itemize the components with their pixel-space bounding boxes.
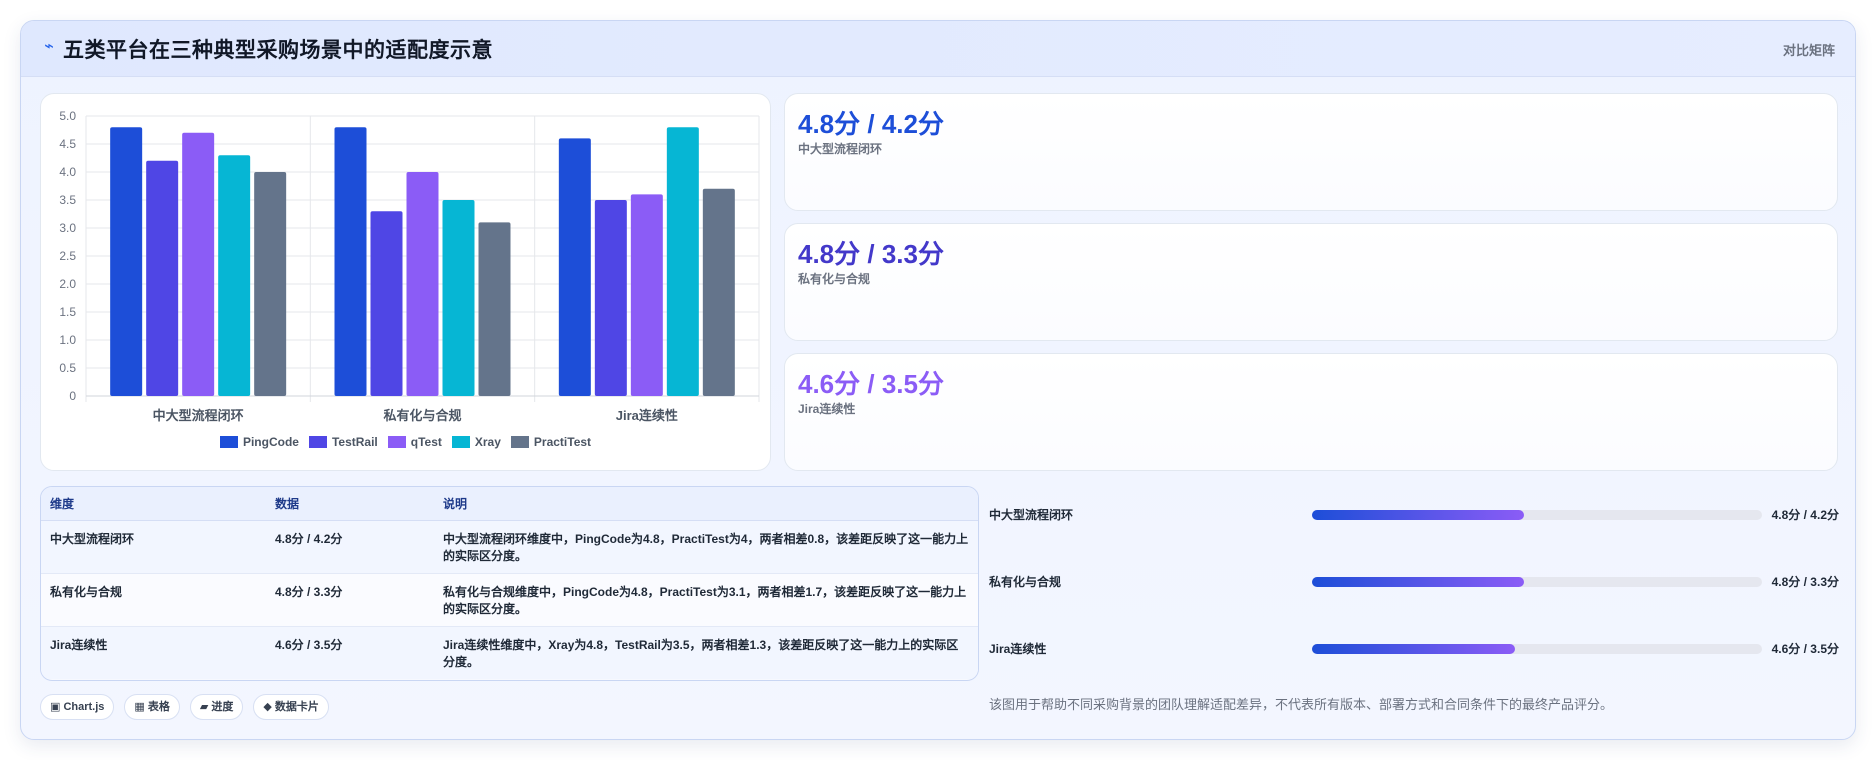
stat-label: Jira连续性 <box>798 402 856 416</box>
legend-label: qTest <box>410 435 442 449</box>
column-header-dimension: 维度 <box>41 487 266 521</box>
bar <box>110 127 143 396</box>
cell-note: Jira连续性维度中，Xray为4.8，TestRail为3.5，两者相差1.3… <box>434 626 978 679</box>
bar-chart-card: 0 0.5 1.0 1.5 2.0 2.5 3.0 3.5 4.0 4.5 5.0 中大型流程闭环 私有… <box>40 93 771 471</box>
stat-card-2: 4.8分 / 3.3分 私有化与合规 <box>784 223 1838 341</box>
progress-row-1: 中大型流程闭环 4.8分 / 4.2分 <box>989 506 1839 526</box>
chart-legend: PingCode TestRail qTest Xray PractiTest <box>41 435 770 449</box>
legend-swatch <box>219 436 238 448</box>
cell-dimension: Jira连续性 <box>41 626 266 679</box>
footnote: 该图用于帮助不同采购背景的团队理解适配差异，不代表所有版本、部署方式和合同条件下… <box>989 697 1614 712</box>
bar <box>406 172 439 396</box>
progress-label: 中大型流程闭环 <box>989 508 1074 522</box>
legend-label: TestRail <box>331 435 378 449</box>
tag-chips: ▣ Chart.js ▦ 表格 ▰ 进度 ◆ 数据卡片 <box>40 694 339 720</box>
progress-fill <box>1312 644 1515 654</box>
progress-fill <box>1312 510 1524 520</box>
matrix-label: 对比矩阵 <box>1782 43 1835 58</box>
cell-data: 4.8分 / 4.2分 <box>266 520 434 574</box>
y-tick-label: 4.5 <box>59 137 76 151</box>
legend-swatch <box>451 436 470 448</box>
bar <box>218 155 251 396</box>
chip-chartjs[interactable]: ▣ Chart.js <box>40 694 115 720</box>
legend-item[interactable]: qTest <box>387 435 442 449</box>
stat-value: 4.6分 / 3.5分 <box>798 369 944 399</box>
y-tick-label: 3.0 <box>59 221 76 235</box>
bar-chart: 0 0.5 1.0 1.5 2.0 2.5 3.0 3.5 4.0 4.5 5.0 中大型流程闭环 私有… <box>59 109 760 423</box>
stat-value: 4.8分 / 3.3分 <box>798 239 944 269</box>
panel-header: ⌁ 五类平台在三种典型采购场景中的适配度示意 对比矩阵 <box>21 21 1855 77</box>
legend-item[interactable]: PingCode <box>219 435 299 449</box>
legend-label: PractiTest <box>533 435 592 449</box>
legend-swatch <box>308 436 327 448</box>
x-tick-label: 中大型流程闭环 <box>153 408 244 423</box>
column-header-data: 数据 <box>266 487 434 521</box>
progress-track <box>1312 510 1762 520</box>
stat-label: 中大型流程闭环 <box>798 142 883 156</box>
legend-label: Xray <box>474 435 501 449</box>
cell-data: 4.6分 / 3.5分 <box>266 626 434 679</box>
x-tick-label: 私有化与合规 <box>383 408 461 423</box>
bar <box>254 172 287 396</box>
bar <box>630 194 663 396</box>
cell-note: 中大型流程闭环维度中，PingCode为4.8，PractiTest为4，两者相… <box>434 520 978 574</box>
y-tick-label: 1.5 <box>59 305 76 319</box>
table-row: 私有化与合规 4.8分 / 3.3分 私有化与合规维度中，PingCode为4.… <box>41 573 978 627</box>
table-row: Jira连续性 4.6分 / 3.5分 Jira连续性维度中，Xray为4.8，… <box>41 626 978 679</box>
legend-swatch <box>510 436 529 448</box>
bar <box>666 127 699 396</box>
progress-track <box>1312 577 1762 587</box>
progress-value: 4.8分 / 4.2分 <box>1771 508 1839 522</box>
bar <box>558 138 591 396</box>
table-row: 中大型流程闭环 4.8分 / 4.2分 中大型流程闭环维度中，PingCode为… <box>41 520 978 574</box>
y-tick-label: 0.5 <box>59 361 76 375</box>
legend-swatch <box>387 436 406 448</box>
legend-item[interactable]: TestRail <box>308 435 378 449</box>
trend-icon: ⌁ <box>44 38 54 55</box>
bar <box>442 200 475 396</box>
y-tick-label: 5.0 <box>59 109 76 123</box>
chip-progress[interactable]: ▰ 进度 <box>189 694 244 720</box>
bar <box>334 127 367 396</box>
bar <box>370 211 403 396</box>
progress-fill <box>1312 577 1524 587</box>
stat-label: 私有化与合规 <box>798 272 871 286</box>
stat-card-3: 4.6分 / 3.5分 Jira连续性 <box>784 353 1838 471</box>
legend-item[interactable]: PractiTest <box>510 435 592 449</box>
progress-row-2: 私有化与合规 4.8分 / 3.3分 <box>989 573 1839 593</box>
y-tick-label: 1.0 <box>59 333 76 347</box>
y-tick-label: 4.0 <box>59 165 76 179</box>
progress-row-3: Jira连续性 4.6分 / 3.5分 <box>989 640 1839 660</box>
page-title: 五类平台在三种典型采购场景中的适配度示意 <box>63 39 493 62</box>
chip-table[interactable]: ▦ 表格 <box>124 694 180 720</box>
legend-item[interactable]: Xray <box>451 435 501 449</box>
column-header-note: 说明 <box>434 487 978 521</box>
y-tick-label: 3.5 <box>59 193 76 207</box>
stat-value: 4.8分 / 4.2分 <box>798 109 944 139</box>
bar <box>594 200 627 396</box>
cell-dimension: 中大型流程闭环 <box>41 520 266 574</box>
table-header-row: 维度 数据 说明 <box>41 487 978 521</box>
progress-track <box>1312 644 1762 654</box>
y-tick-label: 2.5 <box>59 249 76 263</box>
bar <box>702 188 735 396</box>
data-table: 维度 数据 说明 中大型流程闭环 4.8分 / 4.2分 中大型流程闭环维度中，… <box>40 486 979 681</box>
bar <box>146 160 179 396</box>
progress-label: Jira连续性 <box>989 642 1047 656</box>
cell-dimension: 私有化与合规 <box>41 573 266 627</box>
progress-value: 4.8分 / 3.3分 <box>1771 575 1839 589</box>
cell-note: 私有化与合规维度中，PingCode为4.8，PractiTest为3.1，两者… <box>434 573 978 627</box>
bar <box>478 222 511 396</box>
y-tick-label: 2.0 <box>59 277 76 291</box>
progress-label: 私有化与合规 <box>989 575 1062 589</box>
legend-label: PingCode <box>242 435 299 449</box>
y-tick-label: 0 <box>69 389 76 403</box>
chip-data-card[interactable]: ◆ 数据卡片 <box>253 694 329 720</box>
cell-data: 4.8分 / 3.3分 <box>266 573 434 627</box>
progress-value: 4.6分 / 3.5分 <box>1771 642 1839 656</box>
stat-card-1: 4.8分 / 4.2分 中大型流程闭环 <box>784 93 1838 211</box>
bar <box>182 132 215 397</box>
comparison-panel: ⌁ 五类平台在三种典型采购场景中的适配度示意 对比矩阵 0 0.5 1.0 1.5 2.… <box>20 20 1856 740</box>
x-tick-label: Jira连续性 <box>616 408 678 423</box>
